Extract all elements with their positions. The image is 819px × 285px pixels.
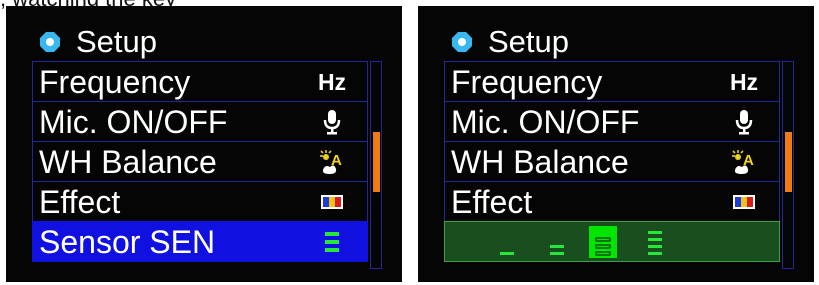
menu-item-label: Effect <box>451 184 533 220</box>
scrollbar-thumb[interactable] <box>785 132 792 192</box>
menu-item-sensor[interactable]: Sensor SEN <box>32 221 368 262</box>
sensor-level-icon <box>317 226 347 258</box>
scrollbar-thumb[interactable] <box>373 132 380 192</box>
menu-item-label: Mic. ON/OFF <box>451 104 640 140</box>
menu-item-label: WH Balance <box>451 144 629 180</box>
setup-crosshair-icon <box>452 32 472 52</box>
menu-header: Setup <box>450 22 569 62</box>
microphone-icon <box>317 106 347 138</box>
sensitivity-level-4[interactable] <box>641 226 669 258</box>
menu-title: Setup <box>76 24 158 59</box>
menu-item-frequency[interactable]: Frequency Hz <box>32 61 368 102</box>
scrollbar[interactable] <box>782 61 794 269</box>
setup-screen-right: Setup Frequency Hz Mic. ON/OFF WH Balanc… <box>418 6 814 282</box>
hz-icon: Hz <box>317 68 347 95</box>
white-balance-icon: A <box>317 146 347 178</box>
sensor-sensitivity-selector[interactable] <box>444 221 780 262</box>
menu-list: Frequency Hz Mic. ON/OFF WH Balance A Ef… <box>32 61 368 269</box>
white-balance-icon: A <box>729 146 759 178</box>
sensitivity-levels <box>473 222 773 262</box>
menu-list: Frequency Hz Mic. ON/OFF WH Balance A Ef… <box>444 61 780 269</box>
setup-screen-left: Setup Frequency Hz Mic. ON/OFF WH Balanc… <box>6 6 402 282</box>
menu-item-white-balance[interactable]: WH Balance A <box>444 141 780 182</box>
sensitivity-level-1[interactable] <box>493 226 521 258</box>
menu-item-label: Frequency <box>39 64 191 100</box>
hz-icon: Hz <box>729 68 759 95</box>
sensitivity-level-2[interactable] <box>543 226 571 258</box>
menu-item-frequency[interactable]: Frequency Hz <box>444 61 780 102</box>
menu-item-label: Sensor SEN <box>39 224 216 260</box>
microphone-icon <box>729 106 759 138</box>
menu-header: Setup <box>38 22 157 62</box>
menu-item-label: WH Balance <box>39 144 217 180</box>
menu-item-label: Mic. ON/OFF <box>39 104 228 140</box>
scrollbar[interactable] <box>370 61 382 269</box>
menu-item-label: Frequency <box>451 64 603 100</box>
sensitivity-level-3[interactable] <box>589 226 617 258</box>
menu-item-effect[interactable]: Effect <box>32 181 368 222</box>
menu-item-mic[interactable]: Mic. ON/OFF <box>444 101 780 142</box>
menu-item-white-balance[interactable]: WH Balance A <box>32 141 368 182</box>
menu-item-label: Effect <box>39 184 121 220</box>
setup-crosshair-icon <box>40 32 60 52</box>
color-effect-icon <box>317 186 347 218</box>
menu-item-effect[interactable]: Effect <box>444 181 780 222</box>
color-effect-icon <box>729 186 759 218</box>
menu-title: Setup <box>488 24 570 59</box>
menu-item-mic[interactable]: Mic. ON/OFF <box>32 101 368 142</box>
